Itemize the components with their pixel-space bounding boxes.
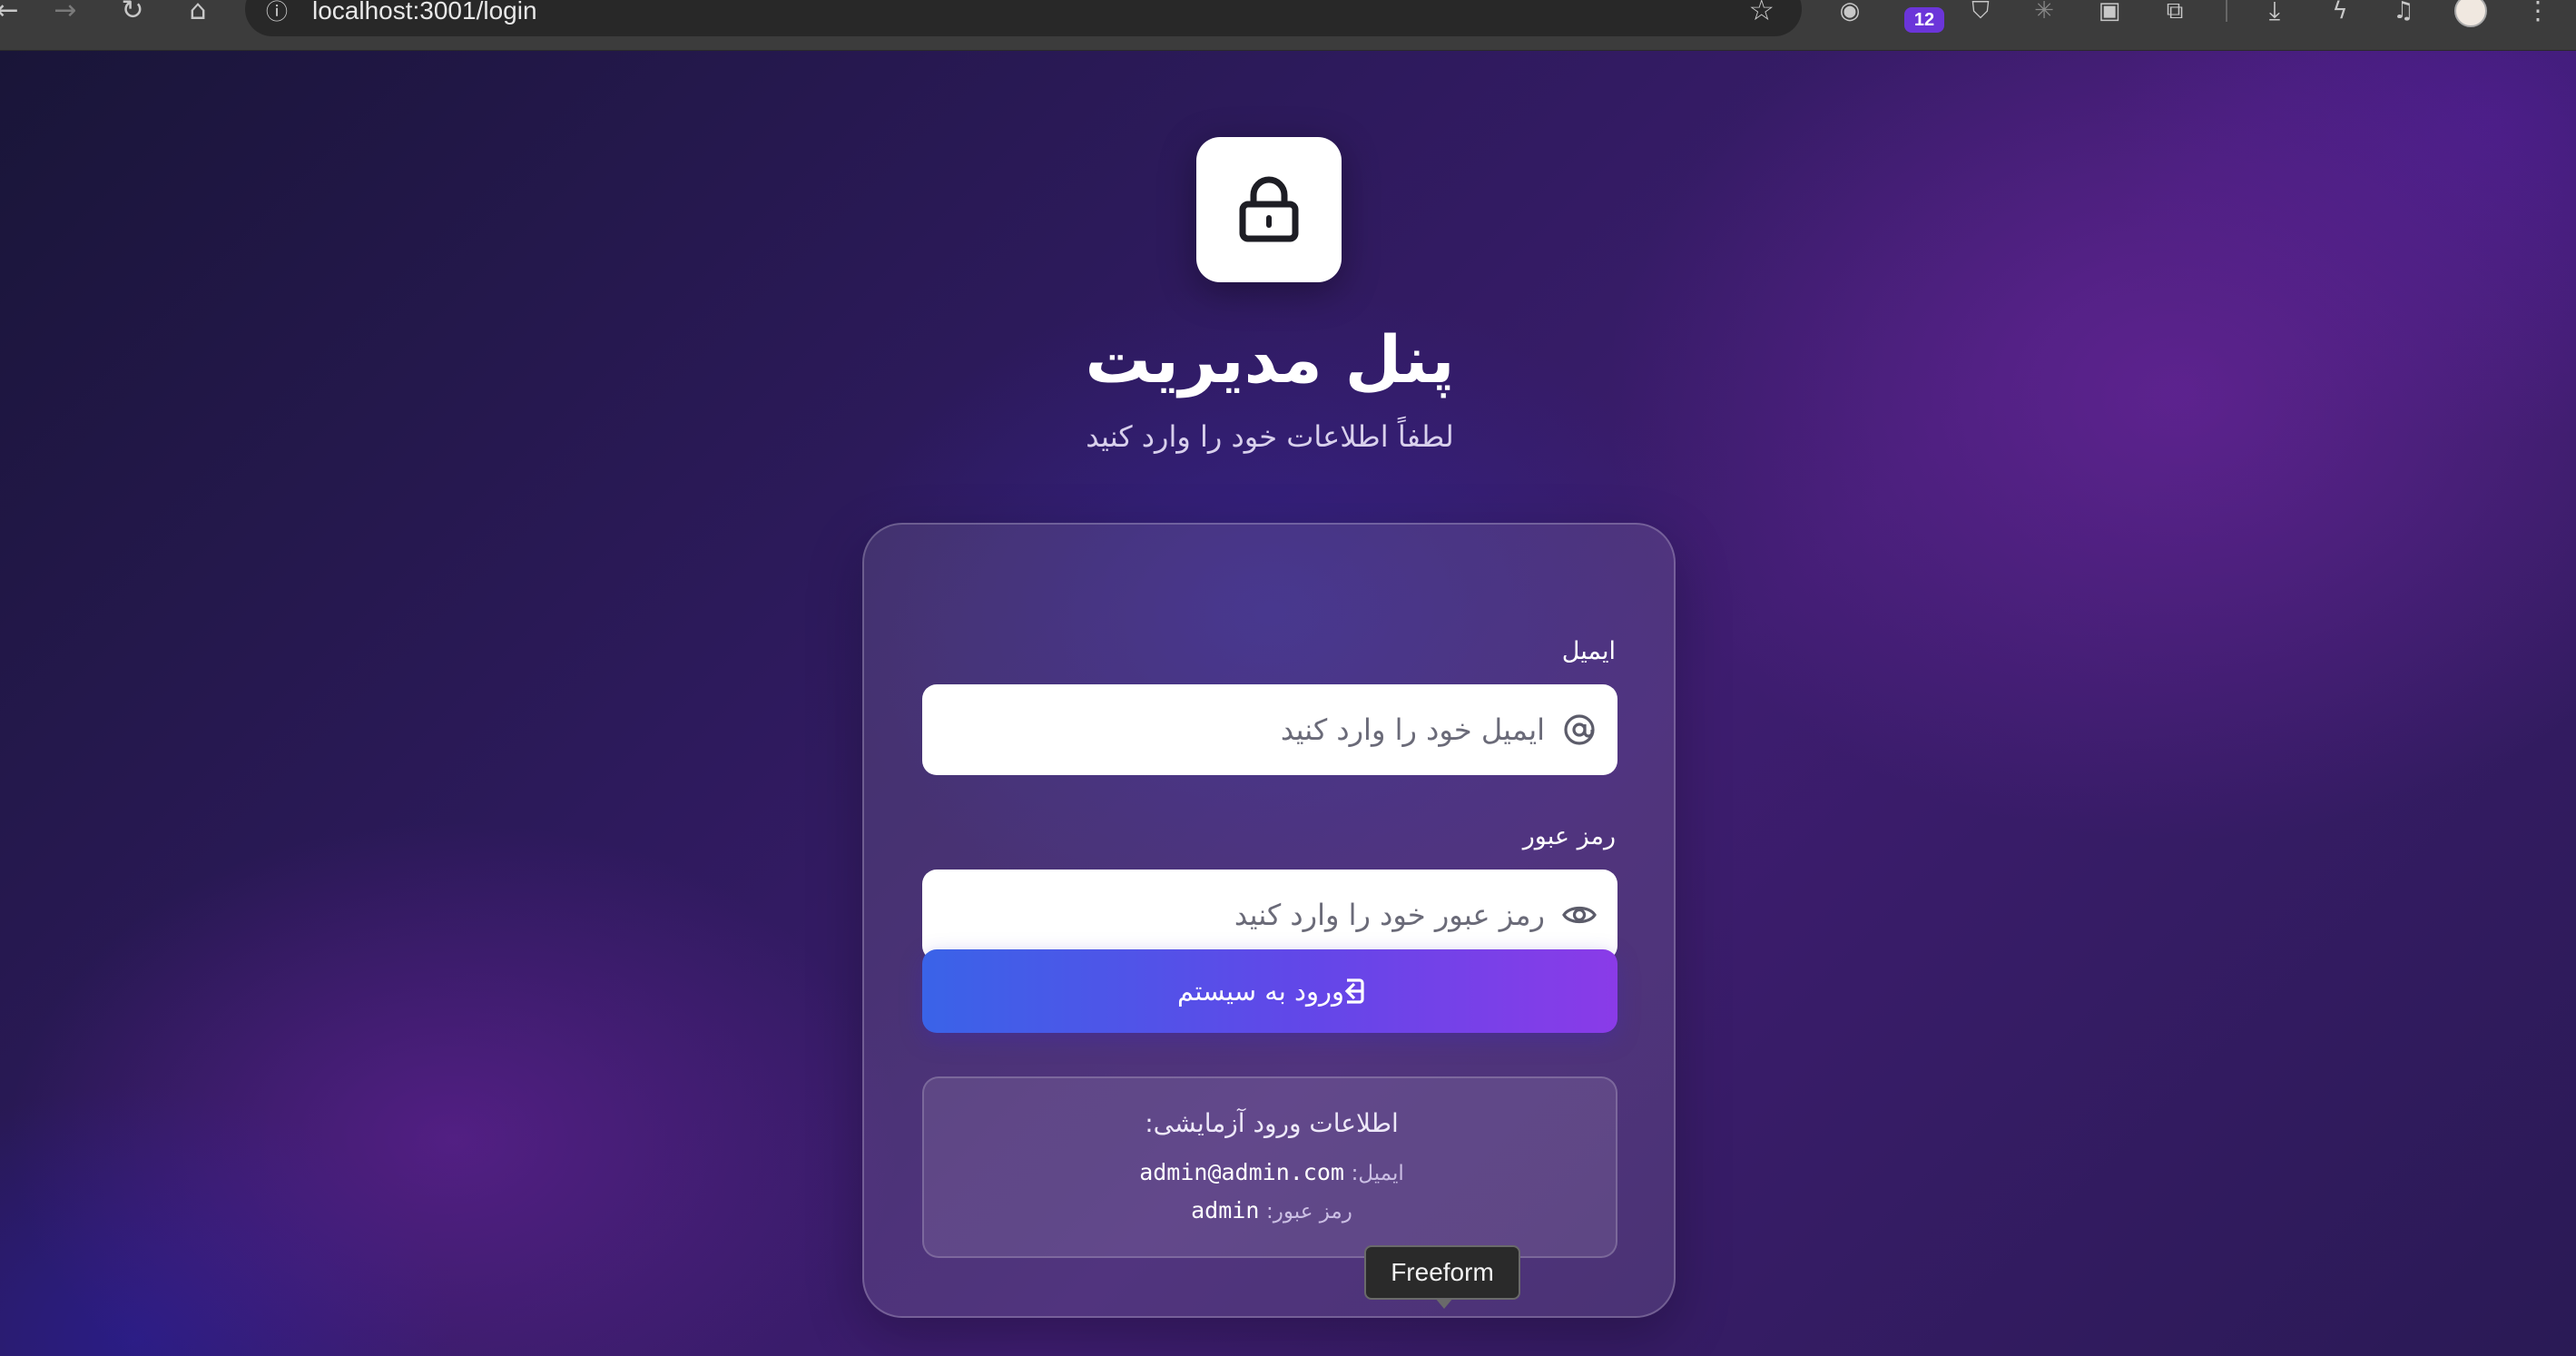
demo-password-line: رمز عبور: admin	[924, 1194, 1619, 1228]
back-icon[interactable]: ←	[0, 0, 25, 27]
password-field[interactable]: رمز عبور خود را وارد کنید	[922, 870, 1617, 960]
profile-avatar[interactable]	[2454, 0, 2487, 27]
email-placeholder: ایمیل خود را وارد کنید	[1280, 712, 1545, 747]
login-page: پنل مدیریت لطفاً اطلاعات خود را وارد کنی…	[0, 51, 2576, 1356]
demo-password-key: رمز عبور:	[1266, 1200, 1352, 1223]
url-text[interactable]: localhost:3001/login	[312, 0, 537, 24]
media-icon[interactable]: ♫	[2385, 0, 2422, 27]
freeform-tooltip: Freeform	[1364, 1245, 1520, 1309]
eye-icon[interactable]	[1561, 897, 1598, 933]
demo-email-value: admin@admin.com	[1139, 1159, 1344, 1185]
email-label: ایمیل	[1561, 637, 1616, 665]
demo-credentials-box: اطلاعات ورود آزمایشی: ایمیل: admin@admin…	[922, 1076, 1617, 1258]
address-bar[interactable]: ⓘ localhost:3001/login ☆	[245, 0, 1802, 36]
demo-email-line: ایمیل: admin@admin.com	[924, 1156, 1619, 1190]
login-button[interactable]: ورود به سیستم	[922, 949, 1617, 1033]
demo-email-key: ایمیل:	[1351, 1162, 1404, 1185]
shield-extension-icon[interactable]: ⛉	[1962, 0, 1999, 27]
extension-icon[interactable]: ◉	[1832, 0, 1868, 27]
reload-icon[interactable]: ↻	[114, 0, 151, 27]
page-subtitle: لطفاً اطلاعات خود را وارد کنید	[1086, 419, 1454, 454]
star-icon[interactable]: ☆	[1748, 0, 1775, 25]
download-icon[interactable]: ⤓	[2256, 0, 2293, 27]
password-placeholder: رمز عبور خود را وارد کنید	[1234, 898, 1545, 932]
toolbar-divider	[2226, 0, 2227, 22]
tab-extension-icon[interactable]: ▣	[2091, 0, 2128, 27]
performance-icon[interactable]: ϟ	[2322, 0, 2358, 27]
demo-password-value: admin	[1191, 1197, 1260, 1223]
login-card: ایمیل ایمیل خود را وارد کنید رمز عبور رم…	[862, 523, 1676, 1318]
email-field[interactable]: ایمیل خود را وارد کنید	[922, 684, 1617, 775]
browser-toolbar: ← → ↻ ⌂ ⓘ localhost:3001/login ☆ ◉ 12 ⛉ …	[0, 0, 2576, 51]
menu-icon[interactable]: ⋮	[2520, 0, 2556, 27]
page-title: پنل مدیریت	[1085, 321, 1455, 398]
password-label: رمز عبور	[1522, 822, 1616, 850]
login-button-label: ورود به سیستم	[1177, 976, 1344, 1007]
bug-extension-icon[interactable]: ✳	[2026, 0, 2062, 27]
info-icon[interactable]: ⓘ	[263, 0, 290, 27]
lock-badge	[1196, 137, 1342, 282]
puzzle-icon[interactable]: ⧉	[2157, 0, 2193, 27]
at-sign-icon	[1564, 714, 1595, 745]
demo-title: اطلاعات ورود آزمایشی:	[1145, 1108, 1399, 1138]
login-icon	[1344, 978, 1364, 1004]
home-icon[interactable]: ⌂	[180, 0, 216, 27]
lock-icon	[1239, 176, 1299, 242]
forward-icon[interactable]: →	[47, 0, 84, 27]
extension-badge[interactable]: 12	[1904, 7, 1944, 33]
